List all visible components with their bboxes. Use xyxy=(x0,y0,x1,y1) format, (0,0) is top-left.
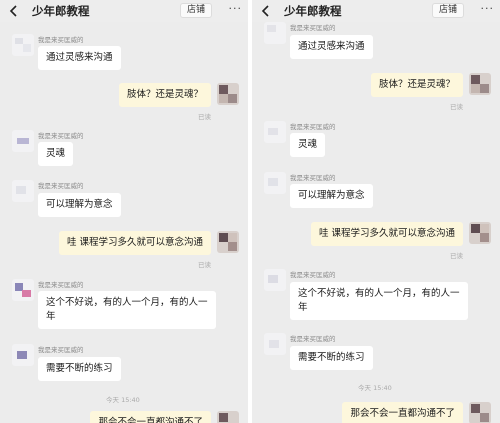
chat-header: 少年郎教程 店铺 ··· xyxy=(252,0,500,22)
sender-name: 我是来买匡威的 xyxy=(290,271,336,279)
message-bubble: 需要不断的练习 xyxy=(38,357,121,381)
chat-title: 少年郎教程 xyxy=(284,4,342,18)
chevron-left-icon[interactable] xyxy=(260,3,272,17)
sender-name: 我是来买匡威的 xyxy=(290,335,336,343)
read-receipt: 已读 xyxy=(450,103,463,111)
avatar[interactable] xyxy=(12,180,34,202)
shop-button[interactable]: 店铺 xyxy=(431,3,464,18)
message-bubble: 肢体？还是灵魂？ xyxy=(370,73,463,97)
read-receipt: 已读 xyxy=(198,113,211,121)
shop-button[interactable]: 店铺 xyxy=(179,3,212,18)
message-bubble: 这个不好说，有的人一个月，有的人一年 xyxy=(38,291,216,329)
message-bubble: 哇 课程学习多久就可以意念沟通 xyxy=(310,222,463,246)
sender-name: 我是来买匡威的 xyxy=(290,123,336,131)
read-receipt: 已读 xyxy=(450,252,463,260)
chat-title: 少年郎教程 xyxy=(32,4,90,18)
chat-panel-left: 少年郎教程 店铺 ··· 我是来买匡威的 通过灵感来沟通 肢体？还是灵魂？ 已读… xyxy=(0,0,248,423)
message-bubble: 哇 课程学习多久就可以意念沟通 xyxy=(58,231,211,255)
sender-name: 我是来买匡威的 xyxy=(290,174,336,182)
message-bubble: 通过灵感来沟通 xyxy=(290,35,373,59)
timestamp: 今天 15:40 xyxy=(358,384,392,392)
sender-name: 我是来买匡威的 xyxy=(38,346,84,354)
avatar[interactable] xyxy=(217,231,239,253)
sender-name: 我是来买匡威的 xyxy=(38,182,84,190)
message-bubble: 肢体？还是灵魂？ xyxy=(118,83,211,107)
message-bubble: 那会不会一直都沟通不了 xyxy=(342,402,463,423)
chat-header: 少年郎教程 店铺 ··· xyxy=(0,0,248,22)
avatar[interactable] xyxy=(469,73,491,95)
message-bubble: 这个不好说，有的人一个月，有的人一年 xyxy=(290,282,468,320)
read-receipt: 已读 xyxy=(198,261,211,269)
message-bubble: 可以理解为意念 xyxy=(290,184,373,208)
avatar[interactable] xyxy=(264,269,286,291)
avatar[interactable] xyxy=(12,344,34,366)
avatar[interactable] xyxy=(12,130,34,152)
message-bubble: 灵魂 xyxy=(290,133,326,157)
avatar[interactable] xyxy=(469,402,491,423)
sender-name: 我是来买匡威的 xyxy=(290,24,336,32)
screenshot-composite: 少年郎教程 店铺 ··· 我是来买匡威的 通过灵感来沟通 肢体？还是灵魂？ 已读… xyxy=(0,0,500,423)
avatar[interactable] xyxy=(469,222,491,244)
chevron-left-icon[interactable] xyxy=(8,3,20,17)
message-bubble: 灵魂 xyxy=(38,142,74,166)
ellipsis-icon[interactable]: ··· xyxy=(481,2,495,15)
sender-name: 我是来买匡威的 xyxy=(38,281,84,289)
avatar[interactable] xyxy=(217,83,239,105)
message-bubble: 可以理解为意念 xyxy=(38,193,121,217)
avatar[interactable] xyxy=(264,333,286,355)
chat-panel-right: 少年郎教程 店铺 ··· 我是来买匡威的 通过灵感来沟通 肢体？还是灵魂？ 已读… xyxy=(252,0,500,423)
avatar[interactable] xyxy=(12,279,34,301)
avatar[interactable] xyxy=(264,172,286,194)
timestamp: 今天 15:40 xyxy=(106,396,140,404)
ellipsis-icon[interactable]: ··· xyxy=(229,2,243,15)
message-bubble: 通过灵感来沟通 xyxy=(38,46,121,70)
avatar[interactable] xyxy=(264,121,286,143)
avatar[interactable] xyxy=(264,22,286,44)
sender-name: 我是来买匡威的 xyxy=(38,132,84,140)
message-bubble: 那会不会一直都沟通不了 xyxy=(90,411,211,423)
avatar[interactable] xyxy=(12,34,34,56)
message-bubble: 需要不断的练习 xyxy=(290,346,373,370)
sender-name: 我是来买匡威的 xyxy=(38,36,84,44)
avatar[interactable] xyxy=(217,411,239,423)
